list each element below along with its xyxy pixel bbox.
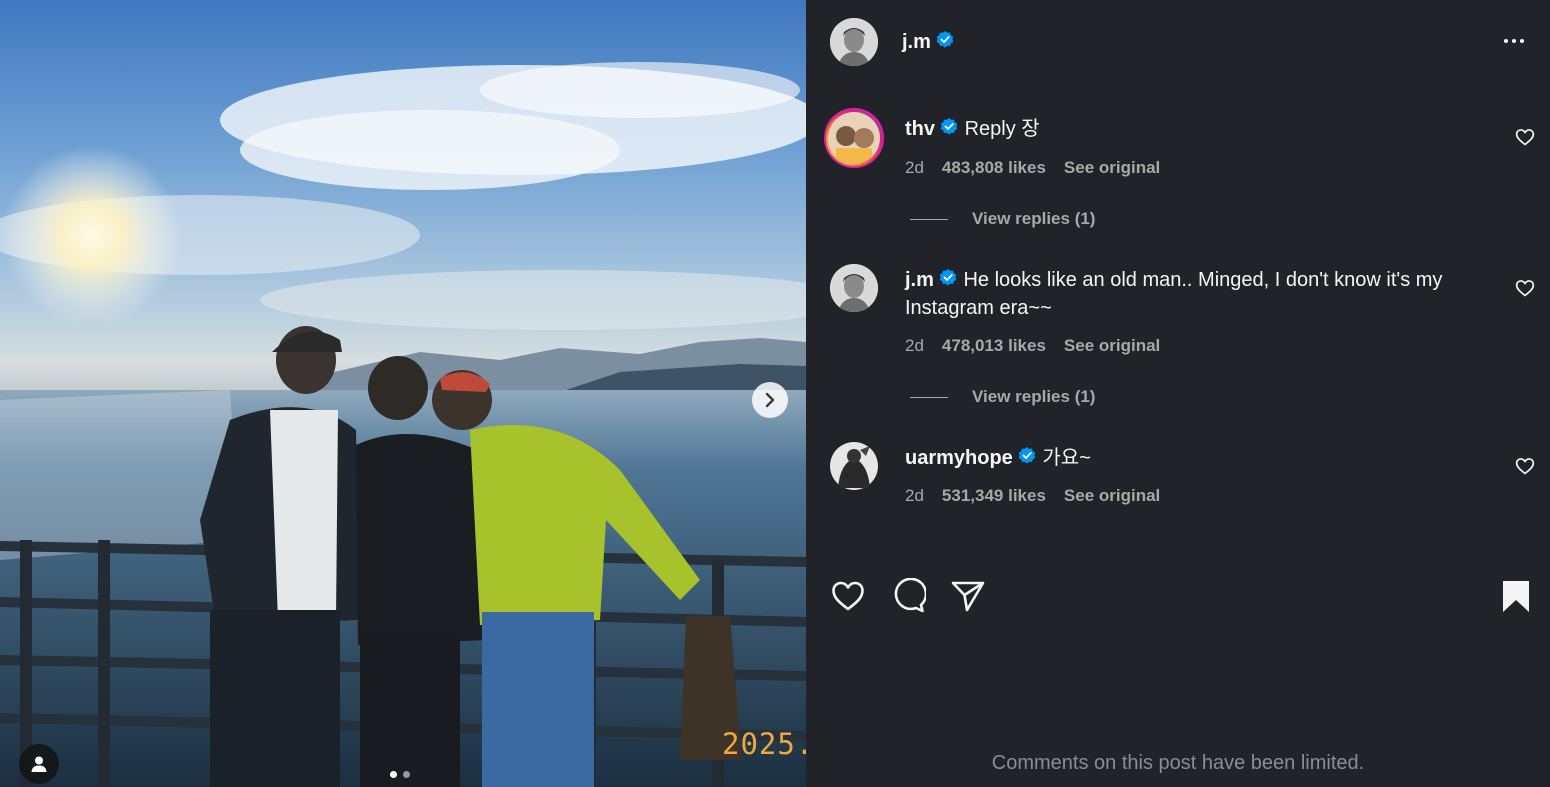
comment-username[interactable]: uarmyhope bbox=[905, 447, 1013, 469]
comment-body: thv Reply 장 bbox=[905, 115, 1485, 143]
verified-badge-icon bbox=[939, 269, 957, 286]
paper-plane-icon[interactable] bbox=[950, 578, 986, 614]
post-photo: 2025. bbox=[0, 0, 806, 787]
avatar-portrait bbox=[830, 18, 878, 66]
comment-meta: 2d 478,013 likes See original bbox=[905, 336, 1160, 356]
comment-likes[interactable]: 531,349 likes bbox=[942, 486, 1046, 506]
verified-badge-icon bbox=[1018, 447, 1036, 464]
user-tag-icon bbox=[31, 756, 47, 772]
comments-limited-notice: Comments on this post have been limited. bbox=[991, 752, 1365, 774]
see-original-link[interactable]: See original bbox=[1064, 336, 1160, 356]
view-replies-button[interactable]: View replies (1) bbox=[910, 387, 1095, 407]
tagged-users-button[interactable] bbox=[19, 744, 59, 784]
photo-scene bbox=[0, 62, 806, 787]
more-dot bbox=[1520, 39, 1524, 43]
comment-username[interactable]: j.m bbox=[905, 269, 934, 291]
comments-panel: j.m thv Reply 장 2d 483,808 likes See ori… bbox=[806, 0, 1550, 787]
comment-bubble-icon[interactable] bbox=[890, 578, 926, 614]
avatar-portrait bbox=[830, 264, 878, 312]
post-viewer: 2025. j.m thv Reply 장 2d 483,808 likes S… bbox=[0, 0, 1550, 787]
carousel-dots bbox=[390, 771, 410, 778]
carousel-dot bbox=[403, 771, 410, 778]
commenter-avatar-story-ring[interactable] bbox=[824, 108, 884, 168]
author-username[interactable]: j.m bbox=[902, 31, 931, 53]
comment-likes[interactable]: 483,808 likes bbox=[942, 158, 1046, 178]
carousel-dot-active bbox=[390, 771, 397, 778]
comment-like-heart-icon[interactable] bbox=[1515, 456, 1535, 476]
author-avatar[interactable] bbox=[830, 18, 878, 66]
avatar-portrait bbox=[830, 442, 878, 490]
comment-text: Reply 장 bbox=[964, 118, 1040, 140]
comment-username[interactable]: thv bbox=[905, 118, 935, 140]
comment-text: 가요~ bbox=[1042, 447, 1091, 469]
commenter-avatar[interactable] bbox=[830, 264, 878, 312]
comment-text: He looks like an old man.. Minged, I don… bbox=[905, 269, 1443, 319]
comment-meta: 2d 531,349 likes See original bbox=[905, 486, 1160, 506]
view-replies-label: View replies (1) bbox=[972, 387, 1096, 406]
more-dot bbox=[1504, 39, 1508, 43]
comment-age: 2d bbox=[905, 158, 924, 177]
view-replies-label: View replies (1) bbox=[972, 209, 1096, 228]
see-original-link[interactable]: See original bbox=[1064, 486, 1160, 506]
comment-age: 2d bbox=[905, 486, 924, 505]
comment-age: 2d bbox=[905, 336, 924, 355]
comment-like-heart-icon[interactable] bbox=[1515, 278, 1535, 298]
verified-badge-icon bbox=[936, 31, 954, 48]
comment-like-heart-icon[interactable] bbox=[1515, 127, 1535, 147]
comment-meta: 2d 483,808 likes See original bbox=[905, 158, 1160, 178]
comment-body: j.m He looks like an old man.. Minged, I… bbox=[905, 266, 1485, 322]
chevron-right-icon bbox=[765, 392, 775, 408]
heart-icon[interactable] bbox=[830, 578, 866, 614]
more-dot bbox=[1512, 39, 1516, 43]
photo-date-stamp: 2025. bbox=[722, 727, 806, 761]
see-original-link[interactable]: See original bbox=[1064, 158, 1160, 178]
view-replies-button[interactable]: View replies (1) bbox=[910, 209, 1095, 229]
comment-body: uarmyhope 가요~ bbox=[905, 444, 1485, 472]
post-action-bar bbox=[806, 574, 1550, 618]
bookmark-filled-icon[interactable] bbox=[1498, 578, 1534, 614]
commenter-avatar[interactable] bbox=[830, 442, 878, 490]
post-header: j.m bbox=[806, 0, 1550, 84]
verified-badge-icon bbox=[940, 118, 958, 135]
commenter-avatar bbox=[828, 112, 880, 164]
more-options-icon[interactable] bbox=[1500, 30, 1528, 52]
author-username-row[interactable]: j.m bbox=[902, 30, 955, 54]
comment-likes[interactable]: 478,013 likes bbox=[942, 336, 1046, 356]
carousel-next-button[interactable] bbox=[752, 382, 788, 418]
replies-divider-line bbox=[910, 218, 948, 220]
replies-divider-line bbox=[910, 396, 948, 398]
